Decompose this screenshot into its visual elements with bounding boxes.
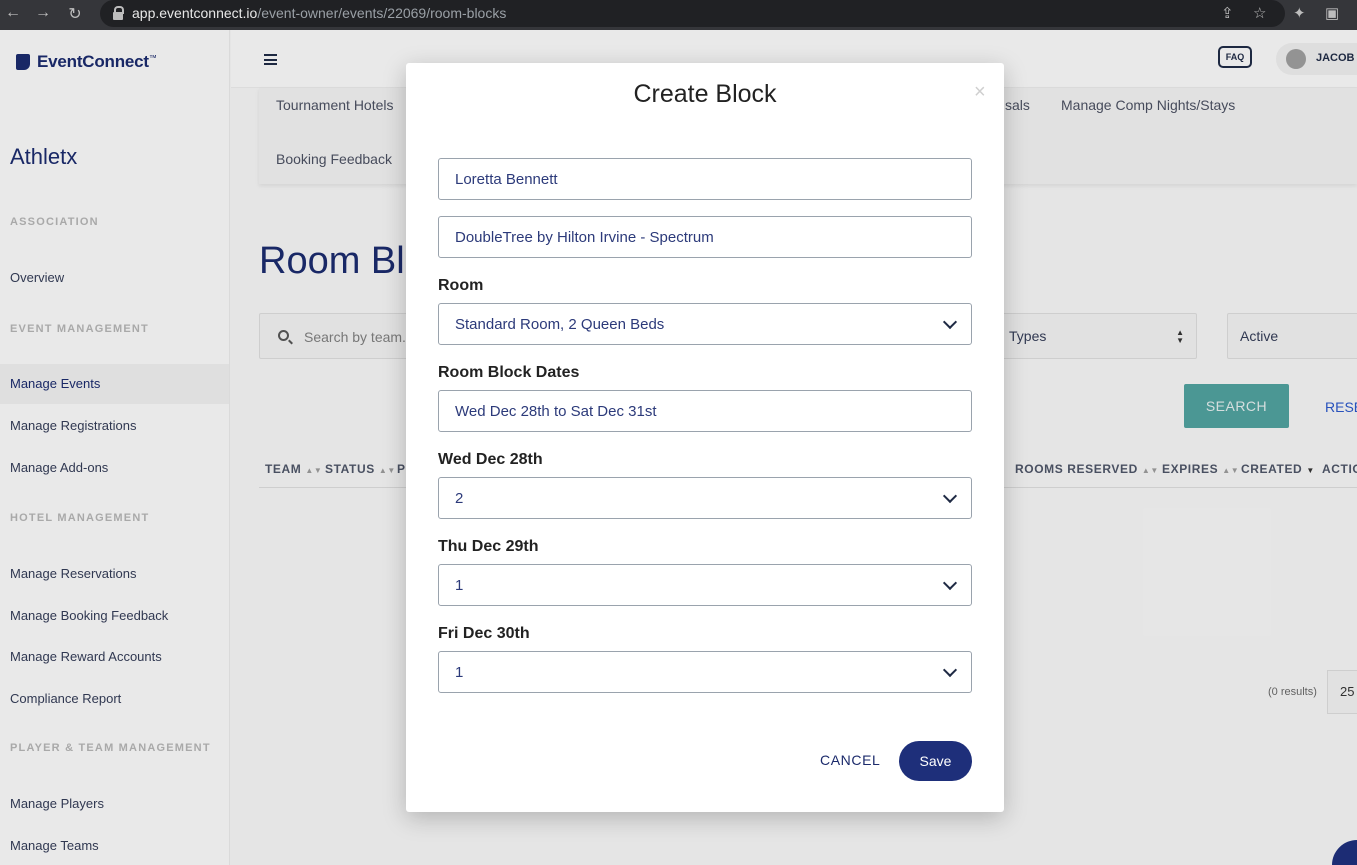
room-block-dates-label: Room Block Dates <box>438 364 580 381</box>
star-icon[interactable]: ☆ <box>1253 4 1266 22</box>
hotel-field[interactable]: DoubleTree by Hilton Irvine - Spectrum <box>438 216 972 258</box>
chevron-down-icon <box>942 662 958 678</box>
modal-title: Create Block <box>633 80 777 108</box>
back-arrow-icon[interactable]: ← <box>2 4 24 22</box>
chevron-down-icon <box>942 575 958 591</box>
night-select-thu[interactable]: 1 <box>438 564 972 606</box>
room-block-dates-input[interactable]: Wed Dec 28th to Sat Dec 31st <box>438 390 972 432</box>
reload-icon[interactable]: ↻ <box>64 4 86 24</box>
night-label-fri: Fri Dec 30th <box>438 625 530 642</box>
chevron-down-icon <box>942 488 958 504</box>
lock-icon <box>113 6 124 20</box>
team-field[interactable]: Loretta Bennett <box>438 158 972 200</box>
save-button[interactable]: Save <box>899 741 972 781</box>
room-label: Room <box>438 277 484 294</box>
night-label-thu: Thu Dec 29th <box>438 538 539 555</box>
close-icon[interactable]: × <box>974 81 986 104</box>
share-icon[interactable]: ⇪ <box>1221 4 1234 22</box>
night-select-wed[interactable]: 2 <box>438 477 972 519</box>
forward-arrow-icon[interactable]: → <box>32 4 54 22</box>
night-select-fri[interactable]: 1 <box>438 651 972 693</box>
room-select[interactable]: Standard Room, 2 Queen Beds <box>438 303 972 345</box>
cancel-button[interactable]: CANCEL <box>820 752 880 768</box>
browser-chrome: ← → ↻ app.eventconnect.io/event-owner/ev… <box>0 0 1357 30</box>
url-text: app.eventconnect.io/event-owner/events/2… <box>132 5 507 21</box>
night-label-wed: Wed Dec 28th <box>438 451 543 468</box>
extensions-icon[interactable]: ✦ <box>1293 4 1306 22</box>
chevron-down-icon <box>942 314 958 330</box>
side-panel-icon[interactable]: ▣ <box>1325 4 1339 22</box>
create-block-modal: Create Block × Loretta Bennett DoubleTre… <box>406 63 1004 812</box>
